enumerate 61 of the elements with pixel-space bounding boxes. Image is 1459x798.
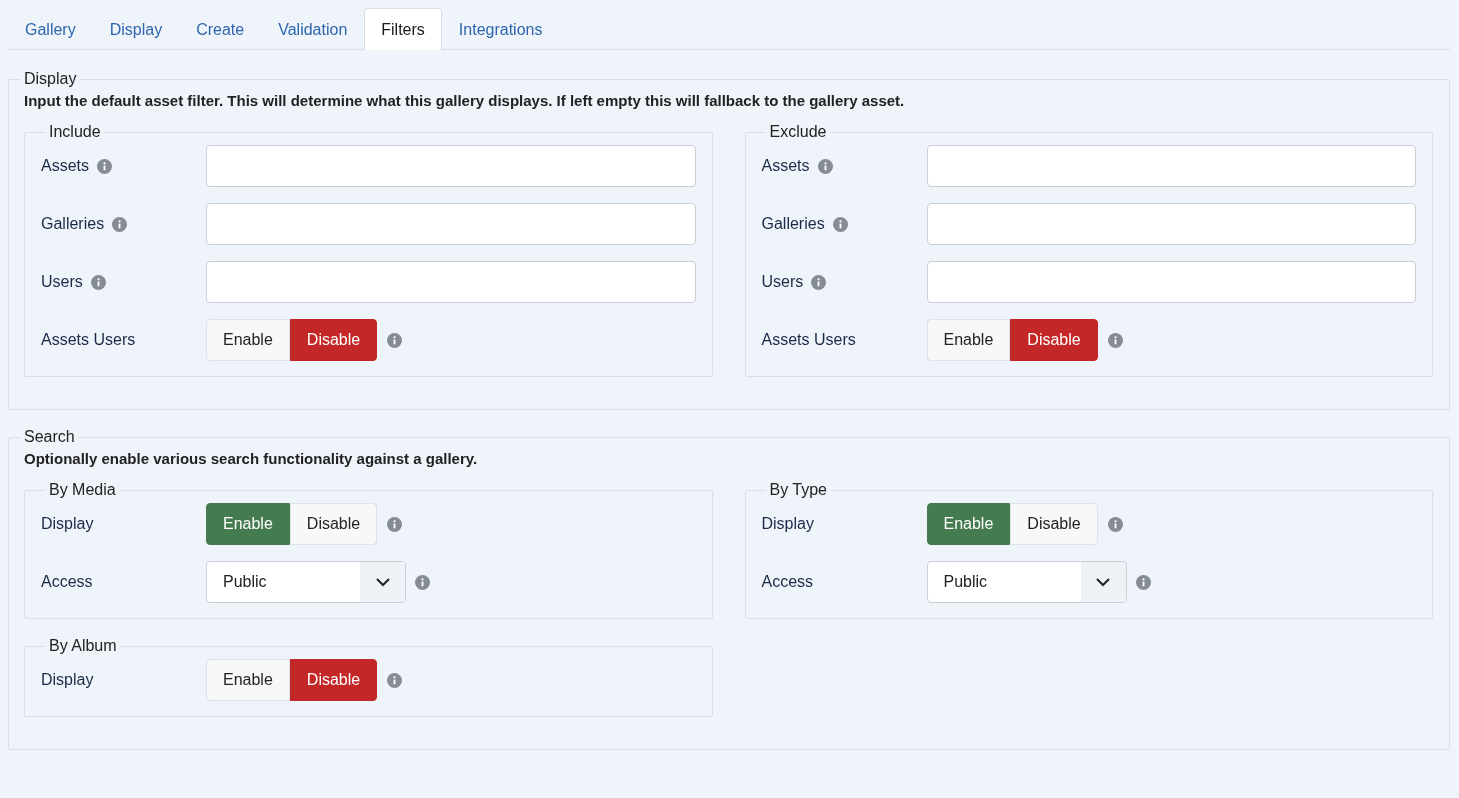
info-icon[interactable]	[1135, 574, 1151, 590]
info-icon[interactable]	[387, 332, 403, 348]
info-icon[interactable]	[90, 274, 106, 290]
chevron-down-icon	[1095, 577, 1111, 587]
field-label: Display	[41, 671, 94, 689]
field-label: Assets	[41, 157, 89, 175]
toggle-option[interactable]: Disable	[1010, 503, 1098, 545]
toggle-option[interactable]: Enable	[206, 659, 290, 701]
tab[interactable]: Gallery	[8, 8, 93, 50]
input-field[interactable]	[926, 203, 1416, 245]
info-icon[interactable]	[811, 274, 827, 290]
info-icon[interactable]	[415, 574, 430, 590]
field-label: Assets Users	[41, 331, 136, 349]
toggle-option[interactable]: Enable	[206, 319, 290, 361]
field-label: Access	[761, 573, 814, 591]
toggle-option[interactable]: Disable	[289, 319, 378, 361]
group-title: By Media	[48, 481, 117, 499]
section-title: Display	[23, 70, 78, 88]
tab[interactable]: Integrations	[441, 8, 560, 50]
group-title: By Type	[768, 481, 828, 499]
field-label: Assets	[761, 157, 810, 175]
input-field[interactable]	[206, 261, 696, 303]
field-label: Display	[761, 515, 814, 533]
toggle-option[interactable]: Enable	[926, 319, 1011, 361]
section-description: Optionally enable various search functionality against a gallery.	[24, 450, 479, 467]
group-title: Exclude	[768, 123, 828, 141]
chevron-down-icon	[374, 577, 391, 587]
select-dropdown[interactable]: Public	[206, 561, 406, 603]
input-field[interactable]	[926, 261, 1416, 303]
tab[interactable]: Display	[92, 8, 180, 50]
group-title: Include	[48, 123, 102, 141]
info-icon[interactable]	[817, 158, 833, 174]
field-label: Assets Users	[761, 331, 856, 349]
input-field[interactable]	[206, 145, 696, 187]
field-label: Access	[41, 573, 93, 591]
toggle-option[interactable]: Enable	[206, 503, 290, 545]
field-label: Galleries	[761, 215, 825, 233]
select-dropdown[interactable]: Public	[926, 561, 1127, 603]
field-label: Users	[761, 273, 804, 291]
group-title: By Album	[48, 637, 118, 655]
toggle-option[interactable]: Disable	[1010, 319, 1098, 361]
toggle-option[interactable]: Disable	[289, 503, 378, 545]
field-label: Users	[41, 273, 83, 291]
tab[interactable]: Filters	[364, 8, 442, 50]
info-icon[interactable]	[832, 216, 848, 232]
tab[interactable]: Validation	[261, 8, 365, 50]
field-label: Galleries	[41, 215, 105, 233]
section-description: Input the default asset filter. This will determine what this gallery displays. If left empty this will fallback to the gallery asset.	[24, 92, 906, 109]
input-field[interactable]	[206, 203, 696, 245]
toggle-option[interactable]: Enable	[926, 503, 1011, 545]
tab[interactable]: Create	[179, 8, 262, 50]
input-field[interactable]	[926, 145, 1416, 187]
info-icon[interactable]	[1107, 332, 1123, 348]
toggle-option[interactable]: Disable	[289, 659, 378, 701]
info-icon[interactable]	[387, 516, 403, 532]
info-icon[interactable]	[1107, 516, 1123, 532]
field-label: Display	[41, 515, 94, 533]
section-title: Search	[23, 428, 76, 446]
info-icon[interactable]	[387, 672, 403, 688]
info-icon[interactable]	[112, 216, 128, 232]
info-icon[interactable]	[97, 158, 112, 174]
